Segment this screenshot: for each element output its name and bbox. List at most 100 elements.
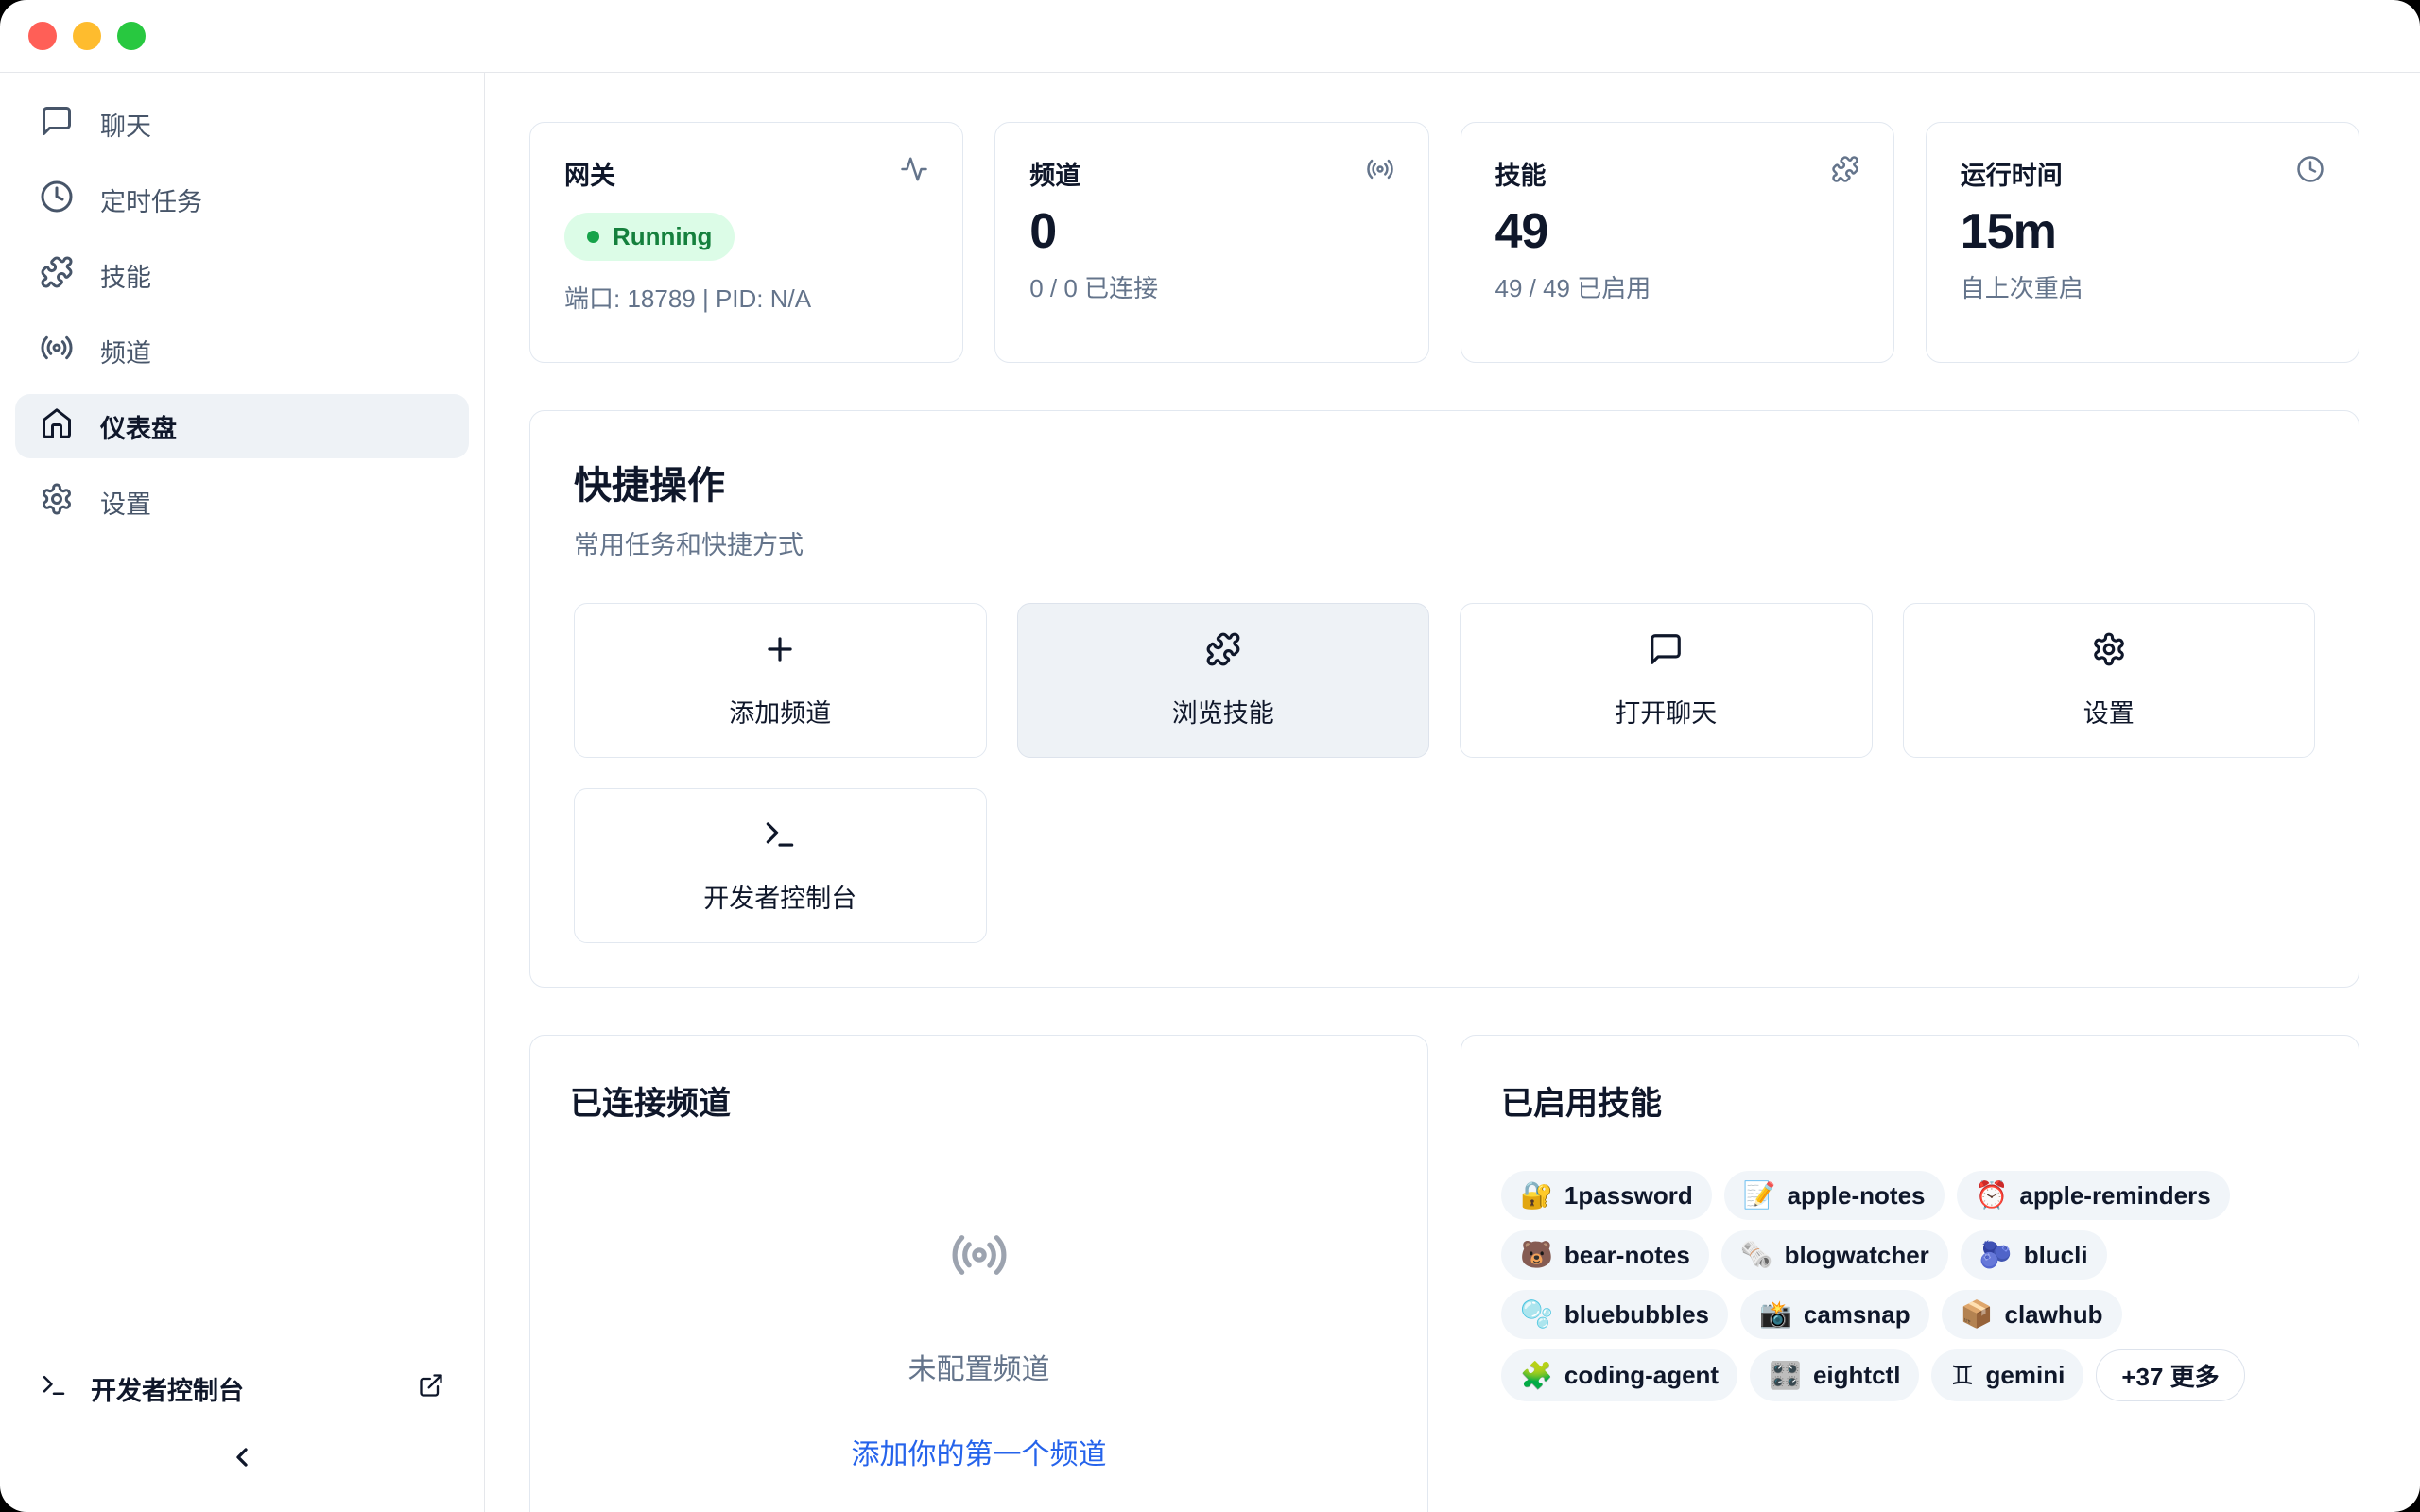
skill-chip-label: eightctl xyxy=(1813,1361,1900,1390)
external-link-icon[interactable] xyxy=(418,1372,444,1405)
sidebar-item-label: 定时任务 xyxy=(100,181,202,218)
chevron-left-icon xyxy=(227,1442,257,1477)
skill-chip[interactable]: ♊ gemini xyxy=(1931,1349,2083,1401)
skill-emoji-icon: ♊ xyxy=(1950,1360,1974,1392)
channels-empty-state: 未配置频道 添加你的第一个频道 xyxy=(570,1226,1388,1472)
clock-icon xyxy=(40,180,74,220)
stat-card-channels: 频道 0 0 / 0 已连接 xyxy=(994,122,1428,363)
stat-title: 网关 xyxy=(564,155,615,192)
skill-chip-label: bear-notes xyxy=(1564,1241,1690,1270)
quick-actions-title: 快捷操作 xyxy=(574,455,2315,509)
skill-chip[interactable]: 📦 clawhub xyxy=(1942,1290,2122,1339)
skill-chip-label: camsnap xyxy=(1804,1300,1910,1330)
empty-state-text: 未配置频道 xyxy=(908,1346,1050,1387)
skill-chip[interactable]: 🎛️ eightctl xyxy=(1750,1349,1919,1401)
skill-chip[interactable]: 🐻 bear-notes xyxy=(1501,1230,1709,1280)
terminal-icon xyxy=(762,816,798,859)
stat-value: 0 xyxy=(1029,203,1393,260)
sidebar-item-scheduled-tasks[interactable]: 定时任务 xyxy=(15,167,469,232)
button-label: 浏览技能 xyxy=(1172,693,1274,730)
stat-title: 频道 xyxy=(1029,155,1080,192)
skill-chip[interactable]: ⏰ apple-reminders xyxy=(1957,1171,2230,1220)
add-channel-button[interactable]: 添加频道 xyxy=(574,603,987,758)
sidebar-item-channels[interactable]: 频道 xyxy=(15,318,469,383)
sidebar-item-chat[interactable]: 聊天 xyxy=(15,92,469,156)
home-icon xyxy=(40,406,74,447)
main-scroll-area[interactable]: 网关 Running 端口: 18789 | PID: N/A 频道 xyxy=(485,73,2420,1512)
gear-icon xyxy=(2091,631,2127,674)
activity-icon xyxy=(900,155,928,188)
puzzle-icon xyxy=(40,255,74,296)
dev-console-button[interactable]: 开发者控制台 xyxy=(15,1357,469,1419)
skill-chip[interactable]: 📝 apple-notes xyxy=(1724,1171,1945,1220)
stat-subtext: 端口: 18789 | PID: N/A xyxy=(564,280,928,315)
stat-card-skills: 技能 49 49 / 49 已启用 xyxy=(1461,122,1894,363)
skill-emoji-icon: 🗞️ xyxy=(1740,1239,1773,1271)
skill-chip[interactable]: 📸 camsnap xyxy=(1740,1290,1929,1339)
skill-emoji-icon: 🔐 xyxy=(1520,1179,1553,1211)
stat-subtext: 49 / 49 已启用 xyxy=(1495,269,1859,304)
stat-value: 15m xyxy=(1961,203,2325,260)
more-skills-chip[interactable]: +37 更多 xyxy=(2096,1349,2244,1401)
skill-chip[interactable]: 🫧 bluebubbles xyxy=(1501,1290,1728,1339)
stats-row: 网关 Running 端口: 18789 | PID: N/A 频道 xyxy=(529,122,2360,363)
puzzle-icon xyxy=(1831,155,1859,188)
skill-chip[interactable]: 🧩 coding-agent xyxy=(1501,1349,1737,1401)
chat-icon xyxy=(1648,631,1684,674)
dev-console-label: 开发者控制台 xyxy=(91,1370,244,1407)
button-label: 开发者控制台 xyxy=(703,878,856,915)
stat-card-gateway: 网关 Running 端口: 18789 | PID: N/A xyxy=(529,122,963,363)
sidebar-item-settings[interactable]: 设置 xyxy=(15,470,469,534)
skill-chip-label: clawhub xyxy=(2004,1300,2102,1330)
quick-actions-card: 快捷操作 常用任务和快捷方式 添加频道 浏览技能 xyxy=(529,410,2360,988)
plus-icon xyxy=(762,631,798,674)
enabled-skills-title: 已启用技能 xyxy=(1501,1077,2319,1124)
skill-chip-label: gemini xyxy=(1986,1361,2066,1390)
status-badge: Running xyxy=(564,213,735,261)
close-button[interactable] xyxy=(28,22,57,50)
quick-actions-grid: 添加频道 浏览技能 打开聊天 xyxy=(574,603,2315,943)
add-first-channel-link[interactable]: 添加你的第一个频道 xyxy=(852,1431,1107,1472)
skill-chips: 🔐 1password 📝 apple-notes ⏰ appl xyxy=(1501,1171,2319,1401)
sidebar-item-skills[interactable]: 技能 xyxy=(15,243,469,307)
skill-chip[interactable]: 🫐 blucli xyxy=(1961,1230,2107,1280)
skill-chip-label: 1password xyxy=(1564,1181,1693,1211)
skill-emoji-icon: 🫐 xyxy=(1979,1239,2013,1271)
sidebar-item-label: 聊天 xyxy=(100,106,151,143)
skill-emoji-icon: 🐻 xyxy=(1520,1239,1553,1271)
zoom-button[interactable] xyxy=(117,22,146,50)
sidebar-item-label: 技能 xyxy=(100,257,151,294)
puzzle-icon xyxy=(1205,631,1241,674)
skill-chip[interactable]: 🗞️ blogwatcher xyxy=(1721,1230,1948,1280)
radio-icon xyxy=(40,331,74,371)
stat-card-uptime: 运行时间 15m 自上次重启 xyxy=(1926,122,2360,363)
bottom-panels: 已连接频道 未配置频道 添加你的第一个频道 已启用技能 � xyxy=(529,1035,2360,1512)
radio-icon xyxy=(1366,155,1394,188)
dev-console-quick-button[interactable]: 开发者控制台 xyxy=(574,788,987,943)
sidebar-item-dashboard[interactable]: 仪表盘 xyxy=(15,394,469,458)
browse-skills-button[interactable]: 浏览技能 xyxy=(1017,603,1430,758)
button-label: 打开聊天 xyxy=(1615,693,1717,730)
skill-emoji-icon: ⏰ xyxy=(1976,1179,2009,1211)
chat-icon xyxy=(40,104,74,145)
skill-chip[interactable]: 🔐 1password xyxy=(1501,1171,1712,1220)
minimize-button[interactable] xyxy=(73,22,101,50)
sidebar-collapse-button[interactable] xyxy=(15,1419,469,1499)
skill-emoji-icon: 📝 xyxy=(1743,1179,1776,1211)
clock-icon xyxy=(2296,155,2325,188)
skill-chip-label: blucli xyxy=(2024,1241,2088,1270)
enabled-skills-panel: 已启用技能 🔐 1password 📝 apple-notes xyxy=(1461,1035,2360,1512)
stat-title: 运行时间 xyxy=(1961,155,2063,192)
sidebar-footer: 开发者控制台 xyxy=(15,1357,469,1499)
window-titlebar[interactable] xyxy=(0,0,2420,73)
button-label: 添加频道 xyxy=(729,693,831,730)
stat-subtext: 0 / 0 已连接 xyxy=(1029,269,1393,304)
settings-button[interactable]: 设置 xyxy=(1903,603,2316,758)
open-chat-button[interactable]: 打开聊天 xyxy=(1460,603,1873,758)
sidebar-item-label: 频道 xyxy=(100,333,151,369)
radio-icon xyxy=(950,1226,1009,1289)
stat-subtext: 自上次重启 xyxy=(1961,269,2325,304)
skill-chip-label: apple-reminders xyxy=(2019,1181,2210,1211)
connected-channels-title: 已连接频道 xyxy=(570,1077,1388,1124)
skill-chip-label: coding-agent xyxy=(1564,1361,1719,1390)
